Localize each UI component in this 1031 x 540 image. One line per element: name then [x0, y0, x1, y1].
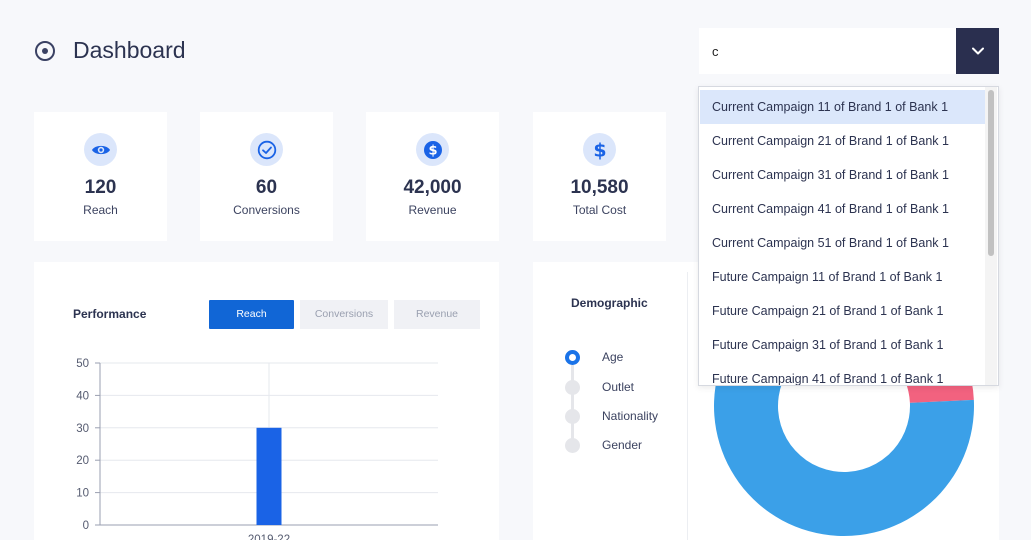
campaign-option[interactable]: Current Campaign 31 of Brand 1 of Bank 1: [700, 158, 985, 192]
campaign-option-list: Current Campaign 11 of Brand 1 of Bank 1…: [700, 90, 985, 385]
campaign-option[interactable]: Current Campaign 51 of Brand 1 of Bank 1: [700, 226, 985, 260]
campaign-option[interactable]: Future Campaign 41 of Brand 1 of Bank 1: [700, 362, 985, 385]
dropdown-scrollbar[interactable]: [985, 87, 997, 385]
campaign-option[interactable]: Future Campaign 11 of Brand 1 of Bank 1: [700, 260, 985, 294]
scrollbar-thumb[interactable]: [988, 90, 994, 256]
campaign-option[interactable]: Current Campaign 11 of Brand 1 of Bank 1: [700, 90, 985, 124]
campaign-option[interactable]: Future Campaign 31 of Brand 1 of Bank 1: [700, 328, 985, 362]
campaign-option[interactable]: Current Campaign 41 of Brand 1 of Bank 1: [700, 192, 985, 226]
campaign-option[interactable]: Current Campaign 21 of Brand 1 of Bank 1: [700, 124, 985, 158]
campaign-option[interactable]: Future Campaign 21 of Brand 1 of Bank 1: [700, 294, 985, 328]
campaign-dropdown: Current Campaign 11 of Brand 1 of Bank 1…: [698, 86, 999, 386]
